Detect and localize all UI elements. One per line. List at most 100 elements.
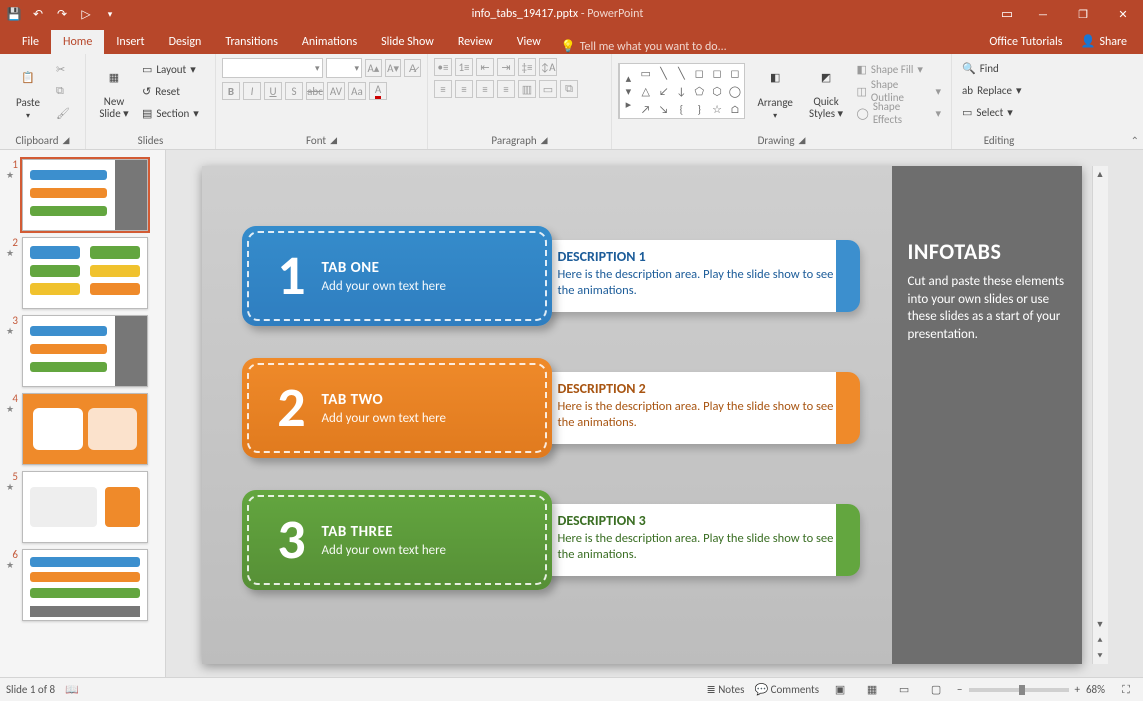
font-name-combo[interactable] bbox=[222, 58, 323, 78]
shape-outline-button[interactable]: ◫Shape Outline ▾ bbox=[853, 81, 945, 101]
reading-view-icon[interactable]: ▭ bbox=[893, 681, 915, 699]
shape-fill-button[interactable]: ◧Shape Fill ▾ bbox=[853, 59, 945, 79]
collapse-ribbon-icon[interactable]: ⌃ bbox=[1131, 134, 1139, 147]
share-button[interactable]: 👤Share bbox=[1072, 30, 1135, 54]
slide-thumbnail[interactable]: 1★ bbox=[0, 156, 165, 234]
tab-slide-show[interactable]: Slide Show bbox=[369, 30, 446, 54]
close-button[interactable]: ✕ bbox=[1103, 0, 1143, 28]
prev-slide-icon[interactable]: ⯅ bbox=[1093, 632, 1108, 648]
align-text-button[interactable]: ▭ bbox=[539, 80, 557, 98]
increase-indent-button[interactable]: ⇥ bbox=[497, 58, 515, 76]
copy-button[interactable]: ⧉ bbox=[52, 81, 74, 101]
dialog-launcher-icon[interactable]: ◢ bbox=[541, 135, 548, 146]
zoom-slider[interactable] bbox=[969, 688, 1069, 692]
font-color-button[interactable]: A bbox=[369, 82, 387, 100]
shape-effects-button[interactable]: ◯Shape Effects ▾ bbox=[853, 103, 945, 123]
strike-button[interactable]: abc bbox=[306, 82, 324, 100]
tab-home[interactable]: Home bbox=[51, 30, 104, 54]
align-right-button[interactable]: ≡ bbox=[476, 80, 494, 98]
slide-thumbnail[interactable]: 4★ bbox=[0, 390, 165, 468]
dialog-launcher-icon[interactable]: ◢ bbox=[799, 135, 806, 146]
dialog-launcher-icon[interactable]: ◢ bbox=[330, 135, 337, 146]
shadow-button[interactable]: S bbox=[285, 82, 303, 100]
normal-view-icon[interactable]: ▣ bbox=[829, 681, 851, 699]
restore-button[interactable]: ❐ bbox=[1063, 0, 1103, 28]
zoom-out-icon[interactable]: − bbox=[957, 683, 962, 696]
columns-button[interactable]: ▥ bbox=[518, 80, 536, 98]
new-slide-button[interactable]: ▦ NewSlide ▾ bbox=[92, 58, 136, 124]
tab-panel[interactable]: 1 TAB ONE Add your own text here bbox=[242, 226, 552, 326]
tab-insert[interactable]: Insert bbox=[104, 30, 156, 54]
fit-to-window-icon[interactable]: ⛶ bbox=[1115, 681, 1137, 699]
bold-button[interactable]: B bbox=[222, 82, 240, 100]
bullets-button[interactable]: •≡ bbox=[434, 58, 452, 76]
tab-file[interactable]: File bbox=[10, 30, 51, 54]
paste-button[interactable]: 📋 Paste▾ bbox=[6, 58, 50, 124]
slide-canvas[interactable]: DESCRIPTION 1 Here is the description ar… bbox=[202, 166, 1082, 664]
slide-sidebar[interactable]: INFOTABS Cut and paste these elements in… bbox=[892, 166, 1082, 664]
tab-design[interactable]: Design bbox=[157, 30, 214, 54]
font-size-combo[interactable] bbox=[326, 58, 362, 78]
char-spacing-button[interactable]: AV bbox=[327, 82, 345, 100]
quick-styles-button[interactable]: ◩ QuickStyles ▾ bbox=[806, 58, 847, 124]
description-panel[interactable]: DESCRIPTION 3 Here is the description ar… bbox=[538, 504, 858, 576]
section-button[interactable]: ▤Section ▾ bbox=[138, 103, 203, 123]
zoom-in-icon[interactable]: + bbox=[1075, 683, 1080, 696]
description-panel[interactable]: DESCRIPTION 1 Here is the description ar… bbox=[538, 240, 858, 312]
text-direction-button[interactable]: ↕A bbox=[539, 58, 557, 76]
dialog-launcher-icon[interactable]: ◢ bbox=[63, 135, 70, 146]
shapes-gallery[interactable]: ▭╲╲◻◻◻▴▾▸ △↙↓⬠⬡◯ ↗↘{}☆⌂ bbox=[618, 63, 745, 119]
slide-thumbnail[interactable]: 6★ bbox=[0, 546, 165, 624]
ribbon-display-options-icon[interactable]: ▭ bbox=[991, 0, 1023, 28]
slide-thumbnail[interactable]: 2★ bbox=[0, 234, 165, 312]
tab-review[interactable]: Review bbox=[446, 30, 505, 54]
spellcheck-icon[interactable]: 📖 bbox=[65, 683, 79, 696]
select-button[interactable]: ▭Select ▾ bbox=[958, 102, 1040, 122]
arrange-button[interactable]: ◧ Arrange▾ bbox=[751, 58, 800, 124]
next-slide-icon[interactable]: ⯆ bbox=[1093, 648, 1108, 664]
underline-button[interactable]: U bbox=[264, 82, 282, 100]
undo-icon[interactable]: ↶ bbox=[28, 4, 48, 24]
tab-panel[interactable]: 2 TAB TWO Add your own text here bbox=[242, 358, 552, 458]
italic-button[interactable]: I bbox=[243, 82, 261, 100]
vertical-scrollbar[interactable]: ▲ ▼ ⯅ ⯆ bbox=[1092, 166, 1108, 664]
tab-panel[interactable]: 3 TAB THREE Add your own text here bbox=[242, 490, 552, 590]
clear-formatting-button[interactable]: A̷ bbox=[404, 59, 421, 77]
slide-sorter-icon[interactable]: ▦ bbox=[861, 681, 883, 699]
reset-button[interactable]: ↺Reset bbox=[138, 81, 203, 101]
smartart-button[interactable]: ⧉ bbox=[560, 80, 578, 98]
zoom-control[interactable]: − + 68% bbox=[957, 683, 1105, 696]
slide-thumbnail[interactable]: 3★ bbox=[0, 312, 165, 390]
redo-icon[interactable]: ↷ bbox=[52, 4, 72, 24]
format-painter-button[interactable]: 🖌 bbox=[52, 103, 74, 123]
slide-thumbnail-panel[interactable]: 1★ 2★ 3★ bbox=[0, 150, 166, 677]
start-from-beginning-icon[interactable]: ▷ bbox=[76, 4, 96, 24]
cut-button[interactable]: ✂ bbox=[52, 59, 74, 79]
layout-button[interactable]: ▭Layout ▾ bbox=[138, 59, 203, 79]
save-icon[interactable]: 💾 bbox=[4, 4, 24, 24]
line-spacing-button[interactable]: ‡≡ bbox=[518, 58, 536, 76]
qat-customize-icon[interactable]: ▾ bbox=[100, 4, 120, 24]
tab-animations[interactable]: Animations bbox=[290, 30, 369, 54]
justify-button[interactable]: ≡ bbox=[497, 80, 515, 98]
replace-button[interactable]: abReplace ▾ bbox=[958, 80, 1040, 100]
align-center-button[interactable]: ≡ bbox=[455, 80, 473, 98]
find-button[interactable]: 🔍Find bbox=[958, 58, 1040, 78]
scroll-up-icon[interactable]: ▲ bbox=[1093, 166, 1108, 182]
tab-transitions[interactable]: Transitions bbox=[213, 30, 290, 54]
slide-thumbnail[interactable]: 5★ bbox=[0, 468, 165, 546]
scroll-down-icon[interactable]: ▼ bbox=[1093, 616, 1108, 632]
comments-button[interactable]: 💬 Comments bbox=[754, 683, 819, 696]
notes-button[interactable]: ≣ Notes bbox=[706, 683, 744, 696]
tell-me-search[interactable]: 💡 Tell me what you want to do... bbox=[561, 39, 727, 54]
description-panel[interactable]: DESCRIPTION 2 Here is the description ar… bbox=[538, 372, 858, 444]
numbering-button[interactable]: 1≡ bbox=[455, 58, 473, 76]
office-tutorials-link[interactable]: Office Tutorials bbox=[981, 30, 1070, 54]
zoom-percent[interactable]: 68% bbox=[1086, 683, 1105, 696]
increase-font-button[interactable]: A▴ bbox=[365, 59, 382, 77]
slideshow-view-icon[interactable]: ▢ bbox=[925, 681, 947, 699]
slide-edit-area[interactable]: DESCRIPTION 1 Here is the description ar… bbox=[166, 150, 1143, 677]
tab-view[interactable]: View bbox=[505, 30, 553, 54]
align-left-button[interactable]: ≡ bbox=[434, 80, 452, 98]
minimize-button[interactable]: — bbox=[1023, 0, 1063, 28]
